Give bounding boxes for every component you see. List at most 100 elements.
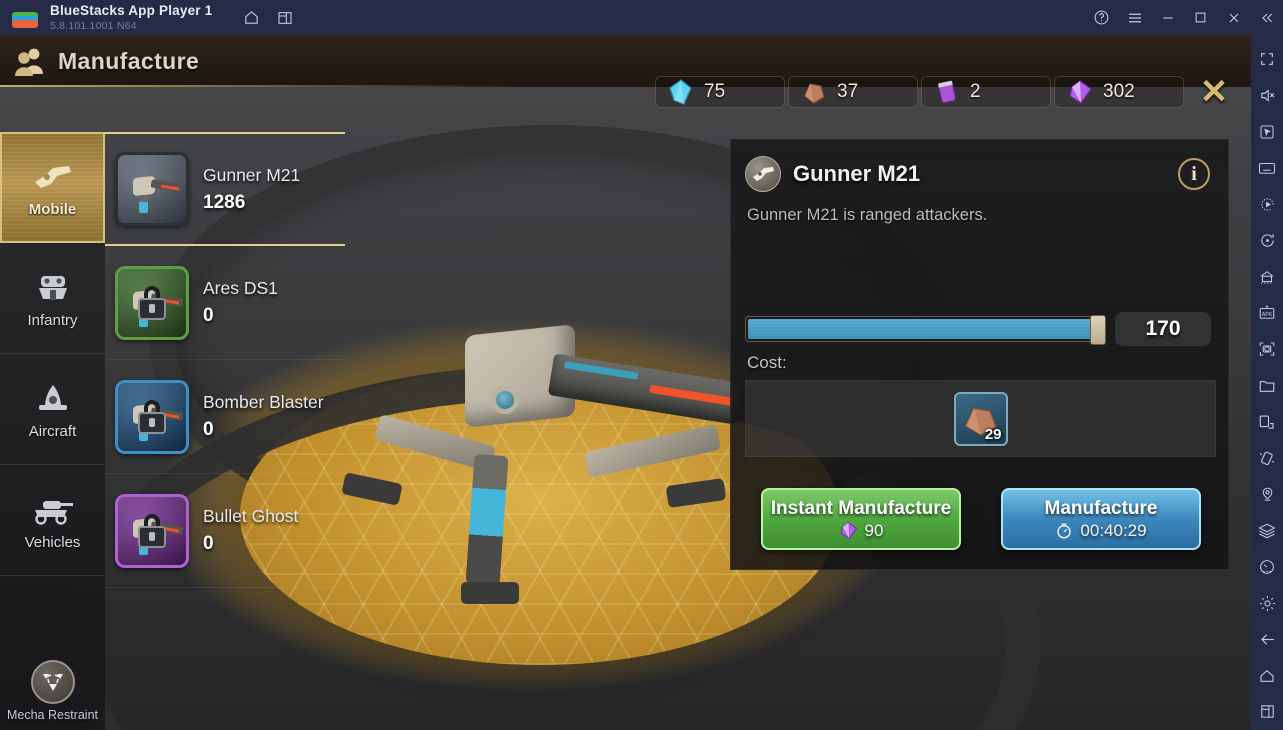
brown-ore-icon bbox=[804, 83, 825, 104]
unit-name: Ares DS1 bbox=[203, 278, 278, 298]
slider-handle[interactable] bbox=[1090, 315, 1106, 345]
mech-model bbox=[341, 290, 743, 650]
unit-row-bullet-ghost[interactable]: Bullet Ghost 0 bbox=[105, 474, 345, 588]
collapse-sidebar-icon[interactable] bbox=[1250, 0, 1283, 35]
help-icon[interactable] bbox=[1085, 0, 1118, 35]
info-icon[interactable]: i bbox=[1178, 158, 1210, 190]
mecha-restraint-button[interactable]: Mecha Restraint bbox=[0, 660, 105, 722]
app-title: BlueStacks App Player 1 bbox=[50, 3, 213, 18]
game-viewport[interactable]: Manufacture 75 37 2 302 ✕ Mobile Infantr… bbox=[0, 35, 1251, 730]
menu-icon[interactable] bbox=[1118, 0, 1151, 35]
app-version: 5.8.101.1001 N64 bbox=[50, 19, 137, 32]
action-buttons: Instant Manufacture 90 Manufacture 00:40… bbox=[761, 488, 1201, 550]
svg-text:APK: APK bbox=[1262, 312, 1273, 318]
resource-gem[interactable]: 302 bbox=[1054, 76, 1184, 108]
quantity-slider-row: 170 bbox=[745, 312, 1211, 346]
unit-name: Gunner M21 bbox=[203, 164, 301, 185]
screen-mirror-icon[interactable] bbox=[1251, 404, 1283, 440]
multi-instance-icon[interactable] bbox=[268, 0, 302, 35]
rotate-icon[interactable] bbox=[1251, 222, 1283, 258]
screenshot-icon[interactable] bbox=[1251, 331, 1283, 367]
quantity-value: 170 bbox=[1115, 312, 1211, 346]
unit-portrait bbox=[115, 265, 189, 340]
resource-bar: 75 37 2 302 bbox=[655, 76, 1184, 108]
resource-ore-value: 37 bbox=[837, 81, 859, 102]
sidebar-item-aircraft[interactable]: Aircraft bbox=[0, 354, 105, 465]
resource-crystal[interactable]: 75 bbox=[655, 76, 785, 108]
settings-gear-icon[interactable] bbox=[1251, 585, 1283, 621]
unit-count: 0 bbox=[203, 533, 214, 554]
restraint-triangle-icon bbox=[30, 660, 75, 704]
titlebar: BlueStacks App Player 1 5.8.101.1001 N64 bbox=[0, 0, 1283, 35]
quantity-slider[interactable] bbox=[745, 315, 1106, 345]
blue-crystal-icon bbox=[669, 79, 692, 105]
sidebar-item-mobile[interactable]: Mobile bbox=[0, 132, 105, 243]
lock-icon bbox=[138, 399, 166, 434]
unit-count: 1286 bbox=[203, 191, 246, 213]
instant-manufacture-button[interactable]: Instant Manufacture 90 bbox=[761, 488, 961, 550]
bluestacks-window: BlueStacks App Player 1 5.8.101.1001 N64 bbox=[0, 0, 1283, 730]
sidebar-item-mobile-label: Mobile bbox=[28, 201, 77, 218]
resource-gem-value: 302 bbox=[1103, 81, 1135, 102]
category-rail: Mobile Infantry Aircraft Vehicles Mecha … bbox=[0, 132, 105, 730]
detail-description: Gunner M21 is ranged attackers. bbox=[747, 206, 988, 224]
unit-row-ares-ds1[interactable]: Ares DS1 0 bbox=[105, 246, 345, 360]
infantry-icon bbox=[30, 268, 76, 308]
unit-row-gunner-m21[interactable]: Gunner M21 1286 bbox=[105, 132, 345, 246]
unit-count: 0 bbox=[203, 419, 214, 440]
page-title: Manufacture bbox=[58, 47, 200, 74]
sidebar-item-vehicles-label: Vehicles bbox=[24, 533, 81, 551]
android-home-icon[interactable] bbox=[1251, 658, 1283, 694]
manufacture-timer: 00:40:29 bbox=[1080, 520, 1147, 540]
bluestacks-sidebar: APK bbox=[1251, 35, 1283, 730]
gunner-portrait-icon bbox=[745, 156, 781, 192]
lock-icon bbox=[138, 513, 166, 548]
location-pin-icon[interactable] bbox=[1251, 476, 1283, 512]
close-icon[interactable] bbox=[1217, 0, 1250, 35]
bluestacks-logo bbox=[12, 8, 38, 28]
keyboard-controls-icon[interactable] bbox=[1251, 150, 1283, 186]
maximize-icon[interactable] bbox=[1184, 0, 1217, 35]
cost-item-ore[interactable]: 29 bbox=[953, 391, 1008, 446]
install-apk-icon[interactable]: APK bbox=[1251, 295, 1283, 331]
multi-instance-sync-icon[interactable] bbox=[1251, 259, 1283, 295]
mute-icon[interactable] bbox=[1251, 77, 1283, 113]
resource-crystal-value: 75 bbox=[704, 81, 726, 102]
unit-count: 0 bbox=[203, 305, 214, 326]
aircraft-icon bbox=[30, 379, 76, 419]
unit-portrait bbox=[115, 493, 189, 568]
shake-device-icon[interactable] bbox=[1251, 440, 1283, 476]
fullscreen-icon[interactable] bbox=[1251, 41, 1283, 77]
mecha-restraint-label: Mecha Restraint bbox=[6, 708, 98, 722]
close-panel-button[interactable]: ✕ bbox=[1193, 71, 1235, 113]
back-arrow-icon[interactable] bbox=[1251, 621, 1283, 657]
unit-portrait bbox=[115, 152, 189, 226]
timer-icon bbox=[1057, 523, 1072, 538]
media-folder-icon[interactable] bbox=[1251, 367, 1283, 403]
unit-row-bomber-blaster[interactable]: Bomber Blaster 0 bbox=[105, 360, 345, 474]
layers-icon[interactable] bbox=[1251, 512, 1283, 548]
minimize-icon[interactable] bbox=[1151, 0, 1184, 35]
cursor-pointer-icon[interactable] bbox=[1251, 114, 1283, 150]
lock-icon bbox=[138, 285, 166, 320]
resource-canister-value: 2 bbox=[970, 81, 981, 102]
eco-mode-icon[interactable] bbox=[1251, 549, 1283, 585]
detail-title: Gunner M21 bbox=[793, 161, 921, 186]
unit-list: Gunner M21 1286 Ares DS1 0 Bomber Blaste… bbox=[105, 132, 345, 588]
cost-label: Cost: bbox=[747, 353, 787, 372]
purple-gem-icon bbox=[1069, 80, 1092, 104]
instant-manufacture-cost: 90 bbox=[864, 520, 884, 540]
sidebar-item-vehicles[interactable]: Vehicles bbox=[0, 465, 105, 576]
window-controls bbox=[1085, 0, 1283, 35]
cost-box: 29 bbox=[745, 380, 1216, 457]
recent-apps-icon[interactable] bbox=[1251, 694, 1283, 730]
unit-detail-panel: Gunner M21 i Gunner M21 is ranged attack… bbox=[730, 139, 1229, 570]
macro-play-icon[interactable] bbox=[1251, 186, 1283, 222]
unit-portrait bbox=[115, 379, 189, 454]
resource-canister[interactable]: 2 bbox=[921, 76, 1051, 108]
home-icon[interactable] bbox=[234, 0, 268, 35]
sidebar-item-infantry[interactable]: Infantry bbox=[0, 243, 105, 354]
resource-ore[interactable]: 37 bbox=[788, 76, 918, 108]
vehicle-tank-icon bbox=[30, 490, 76, 530]
manufacture-button[interactable]: Manufacture 00:40:29 bbox=[1001, 488, 1201, 550]
